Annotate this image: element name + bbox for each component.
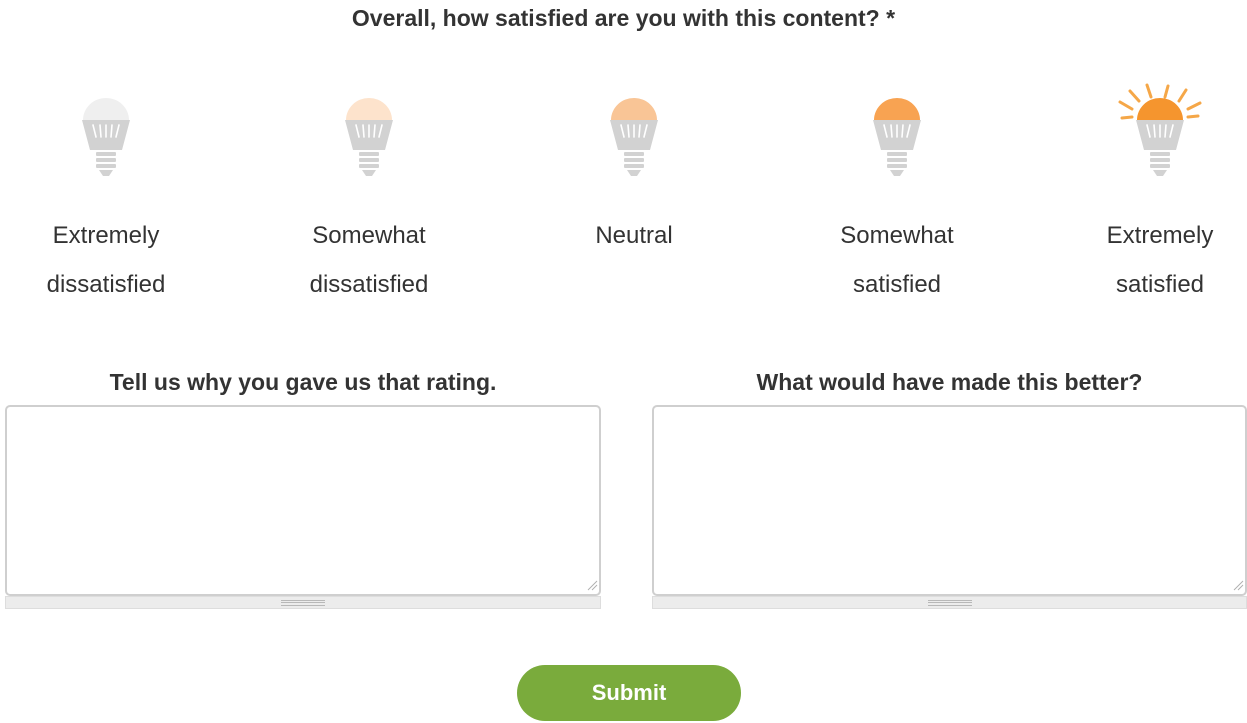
rating-label: Extremely satisfied	[1106, 222, 1214, 298]
rating-option-extremely-dissatisfied[interactable]: Extremely dissatisfied	[6, 80, 206, 310]
grip-icon	[927, 600, 972, 606]
why-field-label: Tell us why you gave us that rating.	[109, 369, 497, 395]
rating-option-somewhat-satisfied[interactable]: Somewhat satisfied	[797, 80, 997, 310]
rating-label: Extremely dissatisfied	[46, 222, 166, 298]
rating-scale: Extremely dissatisfied Somewhat dissatis…	[0, 80, 1247, 320]
lightbulb-icon	[1118, 83, 1202, 176]
why-field-container	[5, 405, 601, 610]
submit-button[interactable]: Submit	[517, 665, 741, 721]
question-title: Overall, how satisfied are you with this…	[351, 5, 896, 31]
grip-icon	[281, 600, 325, 606]
lightbulb-icon	[873, 98, 921, 176]
resize-handle-icon[interactable]	[1232, 579, 1244, 591]
better-field-label: What would have made this better?	[756, 369, 1143, 395]
why-textarea[interactable]	[5, 405, 601, 596]
rating-option-somewhat-dissatisfied[interactable]: Somewhat dissatisfied	[269, 80, 469, 310]
resize-grip-bar[interactable]	[652, 596, 1247, 609]
lightbulb-icon	[82, 98, 130, 176]
resize-handle-icon[interactable]	[586, 579, 598, 591]
better-field-container	[652, 405, 1247, 610]
rating-label: Neutral	[595, 222, 673, 249]
rating-option-extremely-satisfied[interactable]: Extremely satisfied	[1060, 80, 1247, 310]
rating-label: Somewhat dissatisfied	[309, 222, 429, 298]
lightbulb-icon	[345, 98, 393, 176]
rating-label: Somewhat satisfied	[840, 222, 954, 298]
rating-option-neutral[interactable]: Neutral	[534, 80, 734, 310]
better-textarea[interactable]	[652, 405, 1247, 596]
lightbulb-icon	[610, 98, 658, 176]
resize-grip-bar[interactable]	[5, 596, 601, 609]
